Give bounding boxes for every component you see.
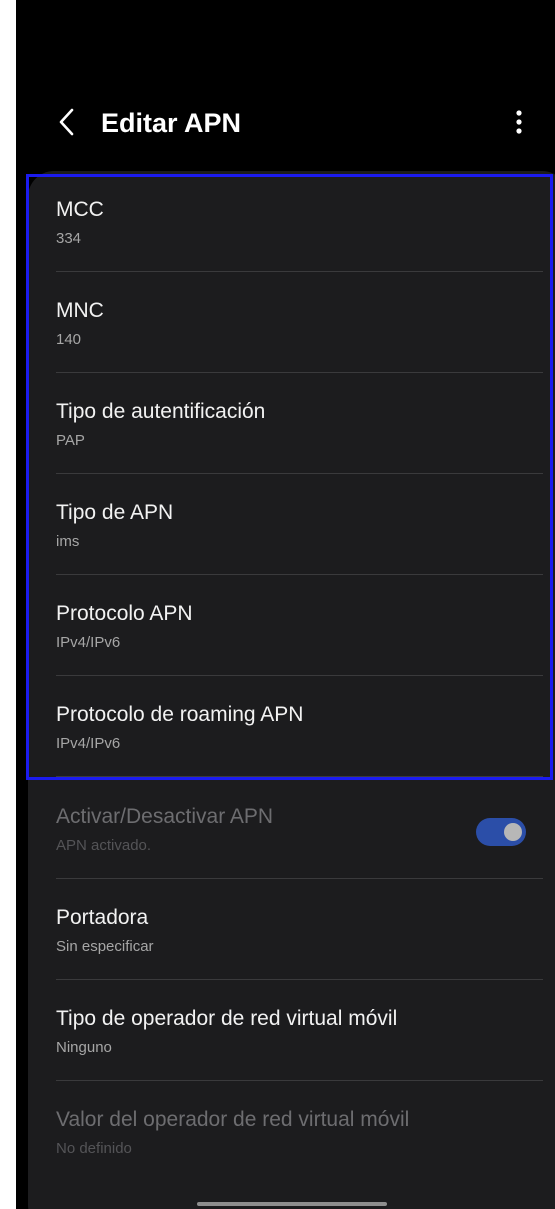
- item-value: 140: [56, 331, 82, 348]
- list-item-mcc[interactable]: MCC 334: [28, 171, 543, 272]
- list-item-apn-enable[interactable]: Activar/Desactivar APN APN activado.: [28, 778, 543, 879]
- item-title: Protocolo APN: [56, 602, 193, 625]
- item-value: Ninguno: [56, 1039, 112, 1056]
- list-item-auth-type[interactable]: Tipo de autentificación PAP: [28, 373, 543, 474]
- list-item-mvno-type[interactable]: Tipo de operador de red virtual móvil Ni…: [28, 980, 543, 1081]
- phone-screen: Editar APN MCC 334 MNC 140 Tipo de auten…: [16, 0, 555, 1209]
- item-value: APN activado.: [56, 837, 152, 854]
- page-title: Editar APN: [101, 108, 242, 138]
- more-vertical-icon: [516, 110, 522, 134]
- item-title: Tipo de operador de red virtual móvil: [56, 1007, 398, 1030]
- item-title: Activar/Desactivar APN: [56, 805, 274, 828]
- item-value: No definido: [56, 1140, 132, 1157]
- toggle-knob: [504, 823, 522, 841]
- home-indicator[interactable]: [197, 1202, 387, 1206]
- item-title: Protocolo de roaming APN: [56, 703, 304, 726]
- list-item-apn-protocol[interactable]: Protocolo APN IPv4/IPv6: [28, 575, 543, 676]
- item-value: ims: [56, 533, 80, 550]
- list-item-mnc[interactable]: MNC 140: [28, 272, 543, 373]
- chevron-left-icon: [59, 108, 74, 136]
- item-title: Tipo de autentificación: [56, 400, 266, 423]
- list-item-apn-type[interactable]: Tipo de APN ims: [28, 474, 543, 575]
- list-item-bearer[interactable]: Portadora Sin especificar: [28, 879, 543, 980]
- item-title: MCC: [56, 198, 104, 221]
- item-value: IPv4/IPv6: [56, 735, 121, 752]
- more-options-button[interactable]: [504, 102, 534, 142]
- item-title: Tipo de APN: [56, 501, 174, 524]
- back-button[interactable]: [52, 104, 82, 140]
- item-value: IPv4/IPv6: [56, 634, 121, 651]
- app-bar: Editar APN: [16, 0, 555, 170]
- divider: [56, 776, 543, 777]
- apn-enable-toggle[interactable]: [476, 818, 526, 846]
- list-item-roaming-protocol[interactable]: Protocolo de roaming APN IPv4/IPv6: [28, 676, 543, 777]
- item-title: MNC: [56, 299, 104, 322]
- item-value: Sin especificar: [56, 938, 154, 955]
- item-title: Portadora: [56, 906, 149, 929]
- item-value: PAP: [56, 432, 85, 449]
- item-title: Valor del operador de red virtual móvil: [56, 1108, 410, 1131]
- list-item-mvno-value[interactable]: Valor del operador de red virtual móvil …: [28, 1081, 543, 1182]
- settings-list: MCC 334 MNC 140 Tipo de autentificación …: [28, 171, 555, 1209]
- item-value: 334: [56, 230, 82, 247]
